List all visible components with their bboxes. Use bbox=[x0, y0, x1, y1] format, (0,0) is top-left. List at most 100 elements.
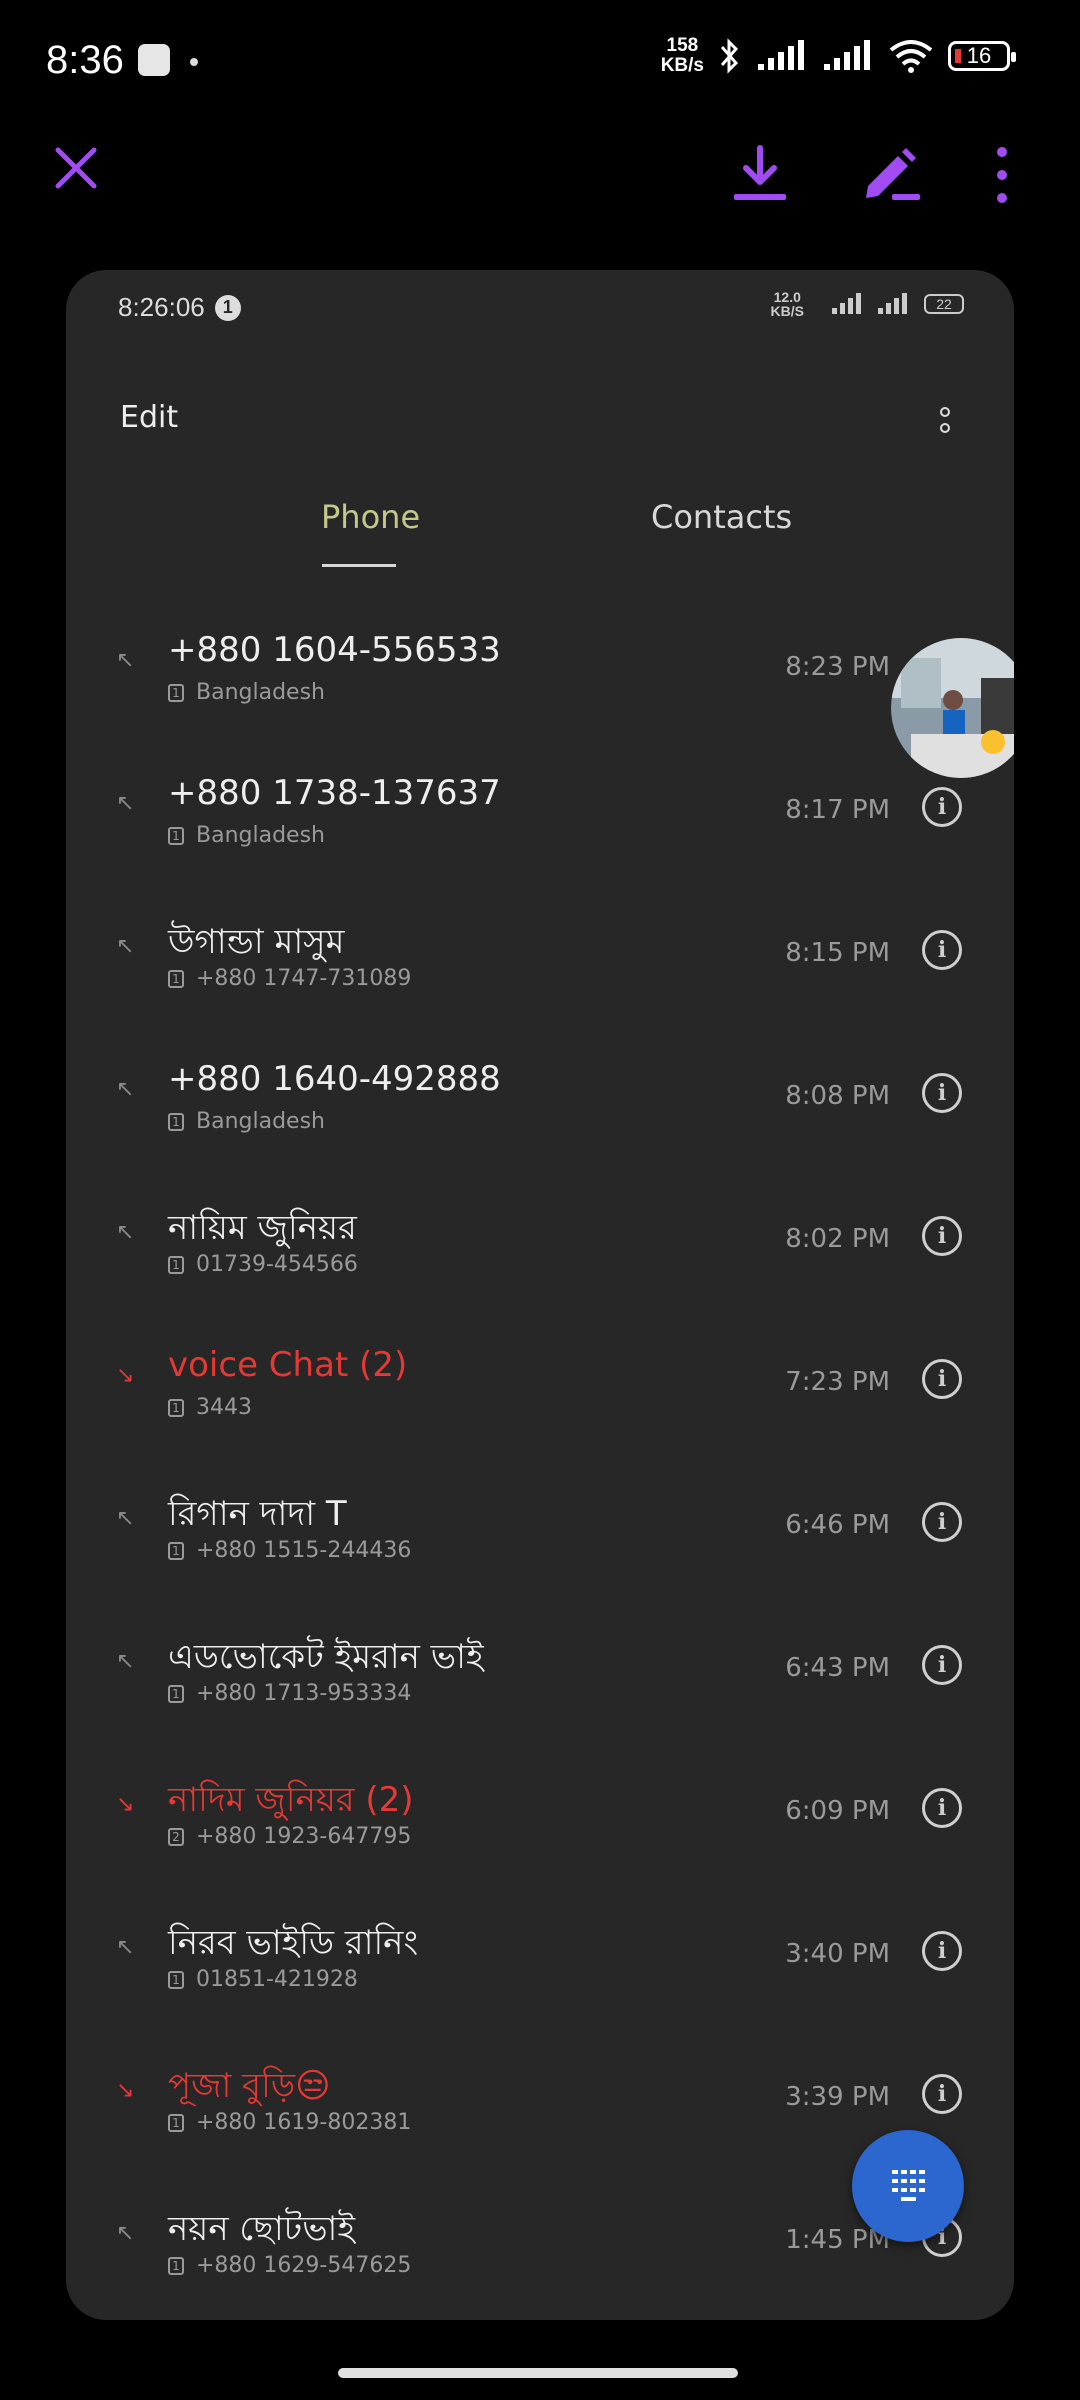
outgoing-call-icon: ↖ bbox=[116, 1077, 135, 1102]
inner-status-time: 8:26:06 bbox=[118, 292, 205, 322]
missed-call-icon: ↘ bbox=[116, 1792, 135, 1817]
sim-icon: 1 bbox=[168, 1398, 184, 1417]
status-right-group: 158 KB/s 16 bbox=[661, 36, 1016, 76]
network-speed-unit: KB/s bbox=[660, 55, 704, 76]
close-icon[interactable] bbox=[48, 140, 104, 196]
inner-network-speed: 12.0 KB/S bbox=[771, 290, 804, 318]
outgoing-call-icon: ↖ bbox=[116, 2221, 135, 2246]
outgoing-call-icon: ↖ bbox=[116, 791, 135, 816]
tab-contacts[interactable]: Contacts bbox=[651, 498, 792, 536]
sim-icon: 1 bbox=[168, 2113, 184, 2132]
sim-icon: 1 bbox=[168, 1112, 184, 1131]
call-log-list: ↖ +880 1604-556533 1 Bangladesh 8:23 PM ↖ +880… bbox=[66, 610, 1014, 2320]
info-icon[interactable]: i bbox=[922, 1502, 962, 1542]
call-detail: +880 1515-244436 bbox=[196, 1538, 412, 1563]
inner-battery-icon: 22 bbox=[924, 294, 964, 314]
call-subtitle: 1 Bangladesh bbox=[168, 680, 325, 705]
dialpad-fab[interactable] bbox=[852, 2130, 964, 2242]
more-vert-icon[interactable] bbox=[988, 142, 1016, 208]
call-log-row[interactable]: ↘ voice Chat (2) 1 3443 7:23 PM i bbox=[66, 1325, 1014, 1468]
call-time: 6:43 PM bbox=[785, 1653, 890, 1683]
call-subtitle: 1 01739-454566 bbox=[168, 1252, 358, 1277]
call-name: +880 1640-492888 bbox=[168, 1059, 501, 1099]
call-log-row[interactable]: ↖ নায়িম জুনিয়র 1 01739-454566 8:02 PM i bbox=[66, 1182, 1014, 1325]
signal-icon-sim2 bbox=[824, 40, 870, 70]
home-indicator[interactable] bbox=[338, 2368, 738, 2378]
call-log-row[interactable]: ↖ রিগান দাদা T 1 +880 1515-244436 6:46 PM i bbox=[66, 1468, 1014, 1611]
call-subtitle: 1 +880 1747-731089 bbox=[168, 966, 411, 991]
sim-icon: 1 bbox=[168, 1684, 184, 1703]
info-icon[interactable]: i bbox=[922, 1073, 962, 1113]
call-name: নাদিম জুনিয়র (2) bbox=[168, 1780, 414, 1820]
edit-button[interactable]: Edit bbox=[120, 400, 178, 435]
inner-more-icon[interactable] bbox=[938, 404, 952, 438]
call-time: 8:15 PM bbox=[785, 938, 890, 968]
info-icon[interactable]: i bbox=[922, 1788, 962, 1828]
call-time: 8:02 PM bbox=[785, 1224, 890, 1254]
dialpad-icon bbox=[892, 2170, 925, 2201]
call-subtitle: 1 3443 bbox=[168, 1395, 252, 1420]
outgoing-call-icon: ↖ bbox=[116, 934, 135, 959]
outgoing-call-icon: ↖ bbox=[116, 1506, 135, 1531]
inner-signal-icon-sim2 bbox=[878, 293, 907, 314]
call-detail: +880 1747-731089 bbox=[196, 966, 412, 991]
bluetooth-icon bbox=[720, 38, 739, 74]
inner-notification-badge: 1 bbox=[214, 294, 241, 321]
call-time: 6:09 PM bbox=[785, 1796, 890, 1826]
call-log-row[interactable]: ↖ +880 1640-492888 1 Bangladesh 8:08 PM i bbox=[66, 1039, 1014, 1182]
sim-icon: 1 bbox=[168, 1970, 184, 1989]
more-notifications-dot-icon bbox=[190, 58, 198, 66]
call-subtitle: 1 +880 1619-802381 bbox=[168, 2110, 411, 2135]
battery-icon: 16 bbox=[948, 41, 1016, 71]
network-speed: 158 KB/s bbox=[661, 36, 704, 76]
call-log-row[interactable]: ↖ এডভোকেট ইমরান ভাই 1 +880 1713-953334 6:43 … bbox=[66, 1611, 1014, 1754]
call-detail: Bangladesh bbox=[196, 1109, 325, 1134]
call-subtitle: 1 +880 1629-547625 bbox=[168, 2253, 411, 2278]
call-log-row[interactable]: ↖ +880 1604-556533 1 Bangladesh 8:23 PM bbox=[66, 610, 1014, 753]
missed-call-icon: ↘ bbox=[116, 1363, 135, 1388]
info-icon[interactable]: i bbox=[922, 1931, 962, 1971]
info-icon[interactable]: i bbox=[922, 930, 962, 970]
outgoing-call-icon: ↖ bbox=[116, 1220, 135, 1245]
screenshot-preview: 8:26:06 1 12.0 KB/S 22 Edit Phone Contac… bbox=[66, 270, 1014, 2320]
signal-icon-sim1 bbox=[758, 40, 804, 70]
call-time: 3:39 PM bbox=[785, 2082, 890, 2112]
info-icon[interactable]: i bbox=[922, 1359, 962, 1399]
call-log-row[interactable]: ↖ উগান্ডা মাসুম 1 +880 1747-731089 8:15 PM i bbox=[66, 896, 1014, 1039]
inner-network-speed-value: 12.0 bbox=[773, 289, 801, 305]
call-time: 8:17 PM bbox=[785, 795, 890, 825]
info-icon[interactable]: i bbox=[922, 1216, 962, 1256]
sim-icon: 1 bbox=[168, 826, 184, 845]
inner-network-speed-unit: KB/S bbox=[770, 303, 804, 319]
info-icon[interactable]: i bbox=[922, 1645, 962, 1685]
tab-phone[interactable]: Phone bbox=[321, 498, 420, 536]
call-detail: +880 1713-953334 bbox=[196, 1681, 412, 1706]
call-subtitle: 2 +880 1923-647795 bbox=[168, 1824, 411, 1849]
download-icon[interactable] bbox=[730, 140, 790, 206]
call-name: +880 1738-137637 bbox=[168, 773, 501, 813]
call-log-row[interactable]: ↖ নিরব ভাইডি রানিং 1 01851-421928 3:40 PM i bbox=[66, 1897, 1014, 2040]
call-name: নিরব ভাইডি রানিং bbox=[168, 1923, 419, 1963]
wifi-icon bbox=[889, 40, 933, 73]
sim-icon: 2 bbox=[168, 1827, 184, 1846]
outgoing-call-icon: ↖ bbox=[116, 1935, 135, 1960]
call-log-row[interactable]: ↖ +880 1738-137637 1 Bangladesh 8:17 PM i bbox=[66, 753, 1014, 896]
call-detail: 01739-454566 bbox=[196, 1252, 358, 1277]
sim-icon: 1 bbox=[168, 969, 184, 988]
inner-signal-icon-sim1 bbox=[832, 293, 861, 314]
status-time: 8:36 bbox=[46, 38, 124, 82]
sim-icon: 1 bbox=[168, 683, 184, 702]
tab-indicator bbox=[322, 564, 396, 567]
info-icon[interactable]: i bbox=[922, 787, 962, 827]
call-log-row[interactable]: ↘ নাদিম জুনিয়র (2) 2 +880 1923-647795 6:09 … bbox=[66, 1754, 1014, 1897]
call-subtitle: 1 +880 1713-953334 bbox=[168, 1681, 411, 1706]
battery-level: 16 bbox=[966, 43, 992, 68]
call-detail: Bangladesh bbox=[196, 680, 325, 705]
inner-status-right: 12.0 KB/S 22 bbox=[771, 290, 964, 318]
network-speed-value: 158 bbox=[666, 35, 699, 56]
call-subtitle: 1 01851-421928 bbox=[168, 1967, 358, 1992]
call-detail: +880 1923-647795 bbox=[196, 1824, 412, 1849]
edit-icon[interactable] bbox=[858, 140, 924, 206]
info-icon[interactable]: i bbox=[922, 2074, 962, 2114]
call-time: 8:08 PM bbox=[785, 1081, 890, 1111]
